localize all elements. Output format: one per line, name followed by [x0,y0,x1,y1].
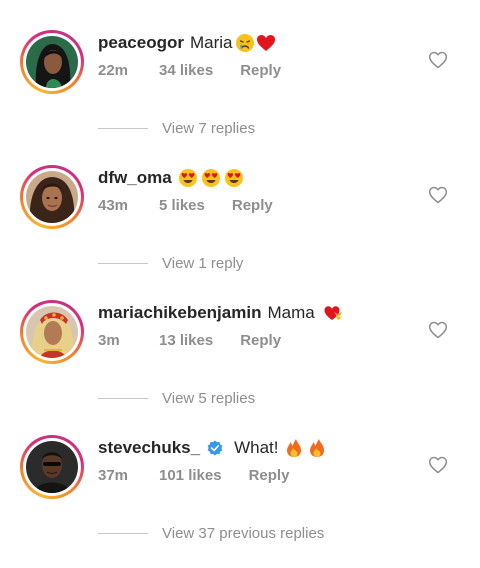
heart-eyes-emoji [201,168,221,188]
reply-button[interactable]: Reply [249,467,290,484]
username[interactable]: dfw_oma [98,167,172,189]
heart-outline-icon [428,51,448,69]
comment-meta: 3m 13 likes Reply [98,332,281,349]
likes-count[interactable]: 101 likes [159,467,222,484]
sad-face-emoji [235,33,255,53]
view-replies-button[interactable]: View 37 previous replies [98,523,324,543]
view-replies-label: View 7 replies [162,119,256,137]
divider-line [98,532,148,534]
comment-body: Mama [267,303,315,322]
fire-emoji [307,438,327,458]
fire-emoji [284,438,304,458]
comment-item: mariachikebenjamin Mama 3m 13 likes Repl… [0,270,480,407]
heart-outline-icon [428,321,448,339]
comment-text: What! [234,437,327,459]
heart-outline-icon [428,186,448,204]
like-button[interactable] [428,185,448,205]
divider-line [98,262,148,264]
comment-timestamp: 3m [98,332,120,349]
comment-text: Mama [267,302,342,324]
comment-item: peaceogor Maria 22m 34 likes Reply View … [0,0,480,137]
reply-button[interactable]: Reply [240,332,281,349]
likes-count[interactable]: 34 likes [159,62,213,79]
comment-item: dfw_oma 43m 5 likes Reply View 1 reply [0,135,480,272]
likes-count[interactable]: 13 likes [159,332,213,349]
like-button[interactable] [428,320,448,340]
avatar-image [26,306,78,358]
reply-button[interactable]: Reply [240,62,281,79]
view-replies-label: View 37 previous replies [162,524,325,542]
avatar-image [26,171,78,223]
avatar[interactable] [20,165,84,229]
avatar[interactable] [20,30,84,94]
like-button[interactable] [428,50,448,70]
username[interactable]: peaceogor [98,32,184,54]
avatar[interactable] [20,300,84,364]
comment-text [178,168,244,188]
comment-timestamp: 37m [98,467,129,484]
comment-timestamp: 43m [98,197,129,214]
avatar[interactable] [20,435,84,499]
view-replies-label: View 1 reply [162,254,244,272]
reply-button[interactable]: Reply [232,197,273,214]
comment-meta: 22m 34 likes Reply [98,62,281,79]
verified-badge-icon [206,439,224,457]
divider-line [98,397,148,399]
comment-body: Maria [189,33,233,52]
comment-text: Maria [190,32,276,54]
likes-count[interactable]: 5 likes [159,197,205,214]
comment-body: What! [234,438,279,457]
avatar-image [26,441,78,493]
divider-line [98,127,148,129]
username[interactable]: mariachikebenjamin [98,302,261,324]
comment-timestamp: 22m [98,62,129,79]
comment-meta: 43m 5 likes Reply [98,197,273,214]
heart-eyes-emoji [224,168,244,188]
like-button[interactable] [428,455,448,475]
avatar-image [26,36,78,88]
username[interactable]: stevechuks_ [98,437,200,459]
comment-meta: 37m 101 likes Reply [98,467,289,484]
red-heart-emoji [256,33,276,53]
comment-item: stevechuks_ What! 37m 101 likes Reply Vi… [0,405,480,543]
heart-with-ribbon-emoji [323,303,343,323]
view-replies-label: View 5 replies [162,389,256,407]
heart-outline-icon [428,456,448,474]
heart-eyes-emoji [178,168,198,188]
